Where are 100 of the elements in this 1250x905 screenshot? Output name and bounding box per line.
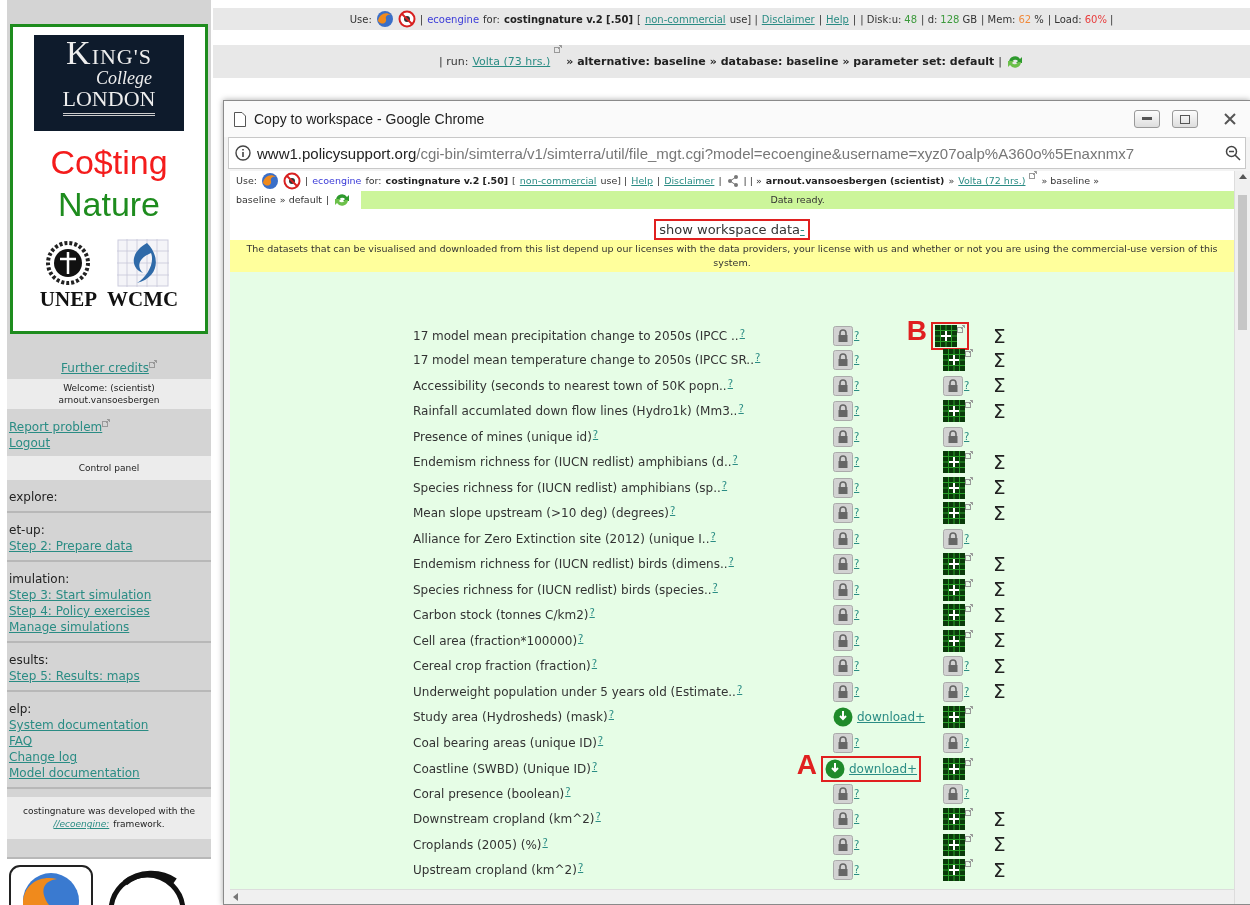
help-link[interactable]: ?: [854, 380, 860, 391]
map-grid-icon[interactable]: [943, 808, 965, 831]
map-grid-icon[interactable]: [943, 400, 965, 423]
map-grid-icon[interactable]: [943, 349, 965, 372]
sum-link[interactable]: Σ: [993, 681, 1006, 703]
nav-link[interactable]: FAQ: [9, 733, 209, 750]
nav-link[interactable]: Manage simulations: [9, 619, 209, 636]
toolbar-link[interactable]: non-commercial: [644, 13, 726, 25]
sum-link[interactable]: Σ: [993, 859, 1006, 881]
sum-link[interactable]: Σ: [993, 553, 1006, 575]
help-link[interactable]: ?: [736, 684, 743, 695]
nav-link[interactable]: Change log: [9, 749, 209, 766]
zoom-icon[interactable]: [1225, 145, 1241, 161]
map-grid-icon[interactable]: [943, 604, 965, 627]
map-grid-icon[interactable]: [943, 578, 965, 601]
map-grid-icon[interactable]: [943, 502, 965, 525]
toolbar-link[interactable]: Volta (72 hrs.): [958, 175, 1026, 186]
credits-link[interactable]: Further credits: [61, 360, 149, 377]
help-link[interactable]: ?: [542, 837, 548, 848]
map-grid-icon[interactable]: [943, 629, 965, 652]
map-grid-icon[interactable]: [943, 833, 965, 856]
help-link[interactable]: ?: [854, 508, 860, 519]
help-link[interactable]: ?: [854, 355, 860, 366]
map-grid-icon[interactable]: [943, 757, 965, 780]
help-link[interactable]: ?: [732, 455, 738, 466]
help-link[interactable]: ?: [712, 582, 718, 593]
toolbar-link[interactable]: Disclaimer: [761, 13, 815, 25]
map-grid-icon[interactable]: [943, 451, 965, 474]
help-link[interactable]: ?: [964, 737, 970, 748]
help-link[interactable]: ?: [854, 559, 860, 570]
help-link[interactable]: ?: [964, 431, 970, 442]
toolbar-link[interactable]: Volta (73 hrs.): [472, 55, 551, 68]
heading-link[interactable]: -: [800, 222, 805, 237]
footer-link[interactable]: //ecoengine:: [53, 818, 110, 832]
help-link[interactable]: ?: [592, 429, 599, 440]
sum-link[interactable]: Σ: [993, 400, 1006, 422]
download-link[interactable]: download+: [833, 707, 926, 728]
help-link[interactable]: ?: [854, 406, 860, 417]
help-link[interactable]: ?: [854, 865, 860, 876]
minimize-button[interactable]: [1134, 110, 1160, 128]
help-link[interactable]: ?: [578, 633, 584, 644]
scrollbar-thumb[interactable]: [1238, 195, 1247, 330]
help-link[interactable]: ?: [577, 863, 584, 874]
help-link[interactable]: ?: [721, 480, 728, 491]
map-grid-icon[interactable]: [943, 553, 965, 576]
help-link[interactable]: ?: [739, 329, 745, 339]
nav-link[interactable]: Step 4: Policy exercises: [9, 603, 209, 620]
map-grid-icon[interactable]: [943, 706, 965, 729]
share-icon[interactable]: [725, 173, 740, 188]
help-link[interactable]: ?: [964, 686, 970, 697]
help-link[interactable]: ?: [738, 404, 744, 415]
sum-link[interactable]: Σ: [993, 808, 1006, 830]
nav-link[interactable]: Step 5: Results: maps: [9, 668, 209, 685]
toolbar-link[interactable]: Help: [826, 13, 849, 25]
help-link[interactable]: ?: [728, 557, 734, 568]
account-link[interactable]: Report problem: [9, 419, 103, 436]
maximize-button[interactable]: [1172, 110, 1198, 128]
map-grid-icon[interactable]: [935, 325, 957, 347]
help-link[interactable]: ?: [669, 506, 676, 517]
sum-link[interactable]: Σ: [993, 579, 1006, 601]
sum-link[interactable]: Σ: [993, 604, 1006, 626]
sum-link[interactable]: Σ: [993, 375, 1006, 397]
help-link[interactable]: ?: [854, 839, 860, 850]
sum-link[interactable]: Σ: [993, 451, 1006, 473]
help-link[interactable]: ?: [854, 331, 860, 341]
sum-link[interactable]: Σ: [993, 502, 1006, 524]
help-link[interactable]: ?: [597, 735, 604, 746]
help-link[interactable]: ?: [854, 610, 860, 621]
help-link[interactable]: ?: [964, 661, 970, 672]
help-link[interactable]: ?: [854, 788, 860, 799]
sum-link[interactable]: Σ: [993, 349, 1006, 371]
toolbar-link[interactable]: Disclaimer: [664, 175, 715, 186]
help-link[interactable]: ?: [854, 482, 860, 493]
help-link[interactable]: ?: [964, 788, 970, 799]
help-link[interactable]: ?: [964, 380, 970, 391]
help-link[interactable]: ?: [608, 710, 614, 721]
help-link[interactable]: ?: [565, 786, 571, 797]
help-link[interactable]: ?: [755, 353, 761, 364]
app-name-link[interactable]: ecoengine: [427, 13, 480, 25]
sum-link[interactable]: Σ: [993, 630, 1006, 652]
help-link[interactable]: ?: [854, 431, 860, 442]
help-link[interactable]: ?: [589, 608, 595, 619]
help-link[interactable]: ?: [854, 814, 860, 825]
help-link[interactable]: ?: [854, 661, 860, 672]
help-link[interactable]: ?: [591, 761, 598, 772]
map-grid-icon[interactable]: [943, 859, 965, 882]
download-link[interactable]: download+: [825, 758, 918, 779]
toolbar-link[interactable]: non-commercial: [519, 175, 597, 186]
sum-link[interactable]: Σ: [993, 325, 1006, 347]
help-link[interactable]: ?: [595, 812, 601, 823]
sum-link[interactable]: Σ: [993, 655, 1006, 677]
sum-link[interactable]: Σ: [993, 477, 1006, 499]
help-link[interactable]: ?: [854, 737, 860, 748]
map-grid-icon[interactable]: [943, 476, 965, 499]
help-link[interactable]: ?: [964, 533, 970, 544]
nav-link[interactable]: Step 2: Prepare data: [9, 538, 209, 555]
account-link[interactable]: Logout: [9, 435, 51, 452]
help-link[interactable]: ?: [854, 635, 860, 646]
help-link[interactable]: ?: [854, 584, 860, 595]
help-link[interactable]: ?: [710, 531, 716, 542]
